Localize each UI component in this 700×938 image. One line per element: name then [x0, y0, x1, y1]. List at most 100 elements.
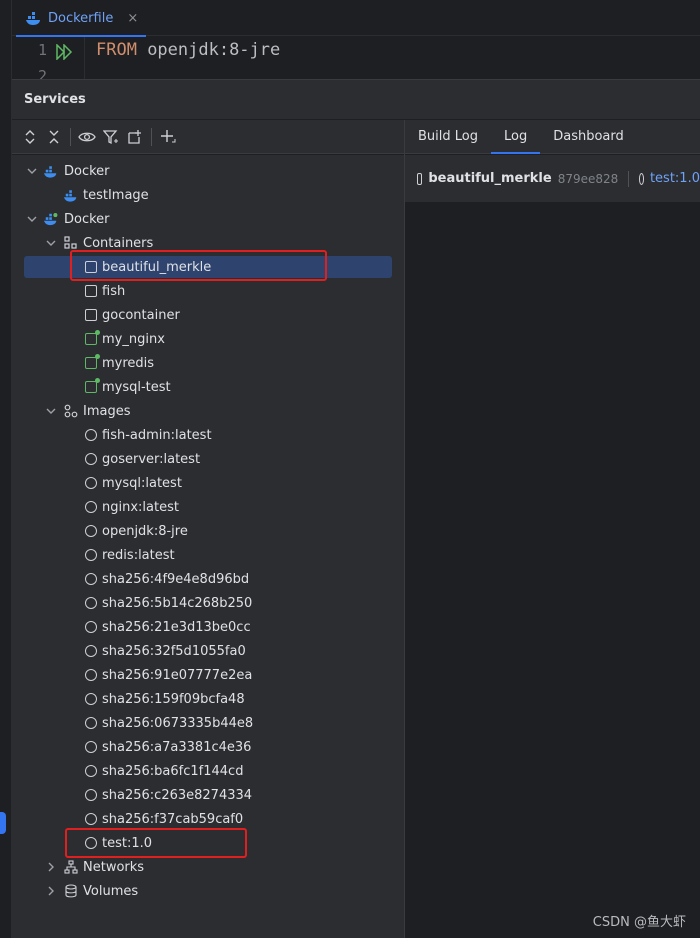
image-name: sha256:c263e8274334	[102, 787, 253, 803]
toolbar-separator	[70, 127, 71, 146]
image-icon	[84, 716, 98, 730]
image-name: sha256:f37cab59caf0	[102, 811, 244, 827]
tree-node-label: Networks	[83, 859, 145, 875]
image-item[interactable]: nginx:latest	[12, 495, 404, 519]
image-item[interactable]: test:1.0	[12, 831, 404, 855]
tree-node-networks[interactable]: Networks	[12, 855, 404, 879]
image-item[interactable]: fish-admin:latest	[12, 423, 404, 447]
services-tree: Docker testImage Docker Containers beaut…	[12, 155, 404, 938]
container-icon	[84, 284, 98, 298]
tab-log[interactable]: Log	[491, 120, 541, 154]
tab-build-log[interactable]: Build Log	[405, 120, 491, 153]
image-item[interactable]: sha256:21e3d13be0cc	[12, 615, 404, 639]
container-name: my_nginx	[102, 331, 165, 347]
close-icon[interactable]: ×	[127, 11, 138, 26]
image-icon	[84, 668, 98, 682]
filter-icon[interactable]	[99, 125, 123, 149]
image-name: mysql:latest	[102, 475, 182, 491]
image-item[interactable]: goserver:latest	[12, 447, 404, 471]
tree-node-test-image[interactable]: testImage	[12, 183, 404, 207]
container-running-icon	[84, 378, 100, 394]
image-icon	[84, 644, 98, 658]
container-item[interactable]: myredis	[12, 351, 404, 375]
image-icon	[84, 452, 98, 466]
tab-dockerfile[interactable]: Dockerfile ×	[12, 0, 150, 37]
docker-connected-icon	[44, 212, 58, 226]
tree-node-label: testImage	[83, 187, 149, 203]
image-icon	[84, 596, 98, 610]
chevron-down-icon[interactable]	[26, 213, 38, 225]
networks-icon	[64, 860, 78, 874]
container-item[interactable]: fish	[12, 279, 404, 303]
services-toolbar	[12, 120, 404, 154]
container-item[interactable]: mysql-test	[12, 375, 404, 399]
container-item[interactable]: my_nginx	[12, 327, 404, 351]
image-item[interactable]: sha256:159f09bcfa48	[12, 687, 404, 711]
container-item[interactable]: beautiful_merkle	[12, 255, 404, 279]
services-title: Services	[24, 92, 86, 107]
image-item[interactable]: sha256:4f9e4e8d96bd	[12, 567, 404, 591]
image-name: nginx:latest	[102, 499, 179, 515]
tree-node-label: Docker	[64, 163, 110, 179]
run-icon[interactable]	[56, 44, 74, 60]
detail-tabs: Build Log Log Dashboard	[405, 120, 700, 154]
image-link[interactable]: test:1.0	[650, 171, 700, 186]
images-icon	[64, 404, 78, 418]
container-item[interactable]: gocontainer	[12, 303, 404, 327]
image-item[interactable]: sha256:ba6fc1f144cd	[12, 759, 404, 783]
image-icon	[84, 572, 98, 586]
chevron-right-icon[interactable]	[45, 861, 57, 873]
tree-node-images[interactable]: Images	[12, 399, 404, 423]
image-icon	[84, 620, 98, 634]
line-number: 2	[38, 67, 48, 79]
image-item[interactable]: mysql:latest	[12, 471, 404, 495]
tree-node-docker[interactable]: Docker	[12, 159, 404, 183]
services-header: Services	[12, 79, 700, 119]
add-service-icon[interactable]	[156, 125, 180, 149]
image-item[interactable]: sha256:32f5d1055fa0	[12, 639, 404, 663]
image-item[interactable]: redis:latest	[12, 543, 404, 567]
image-name: sha256:159f09bcfa48	[102, 691, 245, 707]
tree-node-label: Volumes	[83, 883, 139, 899]
image-icon	[84, 812, 98, 826]
chevron-right-icon[interactable]	[45, 885, 57, 897]
image-item[interactable]: openjdk:8-jre	[12, 519, 404, 543]
image-item[interactable]: sha256:f37cab59caf0	[12, 807, 404, 831]
chevron-down-icon[interactable]	[45, 405, 57, 417]
expand-all-icon[interactable]	[18, 125, 42, 149]
image-icon	[84, 428, 98, 442]
editor-tab-bar: Dockerfile ×	[12, 0, 700, 37]
tree-node-containers[interactable]: Containers	[12, 231, 404, 255]
image-name: fish-admin:latest	[102, 427, 212, 443]
volumes-icon	[64, 884, 78, 898]
eye-icon[interactable]	[75, 125, 99, 149]
image-item[interactable]: sha256:5b14c268b250	[12, 591, 404, 615]
chevron-down-icon[interactable]	[26, 165, 38, 177]
container-name: mysql-test	[102, 379, 171, 395]
image-item[interactable]: sha256:0673335b44e8	[12, 711, 404, 735]
container-icon	[417, 172, 423, 185]
image-icon	[84, 740, 98, 754]
container-name: myredis	[102, 355, 155, 371]
watermark: CSDN @鱼大虾	[592, 915, 686, 930]
image-item[interactable]: sha256:c263e8274334	[12, 783, 404, 807]
container-name: fish	[102, 283, 126, 299]
code-editor[interactable]: 1 FROM openjdk:8-jre 2	[12, 37, 700, 79]
tree-node-label: Images	[83, 403, 131, 419]
tree-node-docker-connected[interactable]: Docker	[12, 207, 404, 231]
collapse-all-icon[interactable]	[42, 125, 66, 149]
chevron-down-icon[interactable]	[45, 237, 57, 249]
image-name: sha256:32f5d1055fa0	[102, 643, 246, 659]
new-group-icon[interactable]	[123, 125, 147, 149]
image-name: goserver:latest	[102, 451, 201, 467]
container-icon	[84, 260, 98, 274]
tree-node-volumes[interactable]: Volumes	[12, 879, 404, 903]
tab-dashboard[interactable]: Dashboard	[540, 120, 637, 153]
image-icon	[84, 764, 98, 778]
image-item[interactable]: sha256:a7a3381c4e36	[12, 735, 404, 759]
detail-panel: beautiful_merkle 879ee828 test:1.0	[405, 155, 700, 938]
container-id: 879ee828	[557, 171, 619, 186]
image-icon	[84, 500, 98, 514]
image-icon	[84, 548, 98, 562]
image-item[interactable]: sha256:91e07777e2ea	[12, 663, 404, 687]
